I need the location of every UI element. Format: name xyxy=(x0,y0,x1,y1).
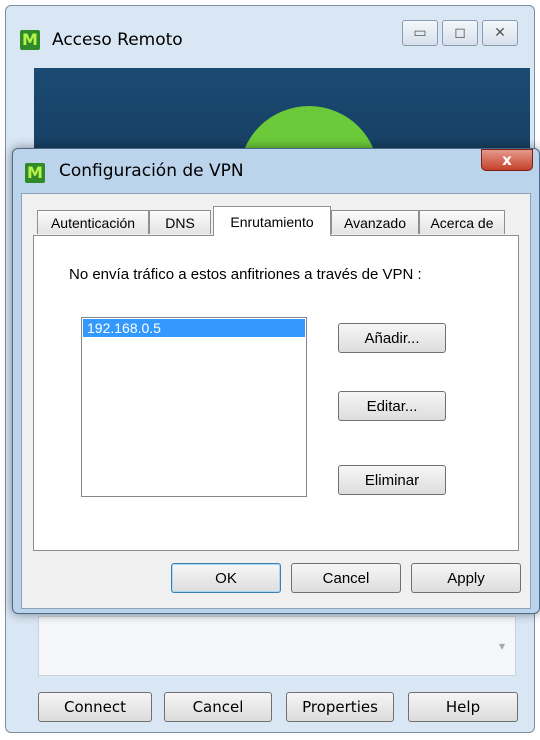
cancel-button[interactable]: Cancel xyxy=(291,563,401,593)
excluded-hosts-list[interactable]: 192.168.0.5 xyxy=(81,317,307,497)
apply-button[interactable]: Apply xyxy=(411,563,521,593)
dialog-close-button[interactable]: x xyxy=(481,149,533,171)
tab-autenticacion[interactable]: Autenticación xyxy=(37,210,149,234)
tab-dns[interactable]: DNS xyxy=(149,210,211,234)
list-item[interactable]: 192.168.0.5 xyxy=(83,319,305,337)
properties-button[interactable]: Properties xyxy=(286,692,394,722)
tab-avanzado[interactable]: Avanzado xyxy=(331,210,419,234)
minimize-button[interactable]: ▭ xyxy=(402,20,438,46)
tab-acerca-de[interactable]: Acerca de xyxy=(419,210,505,234)
maximize-icon: ◻ xyxy=(454,25,466,41)
ok-button[interactable]: OK xyxy=(171,563,281,593)
help-button[interactable]: Help xyxy=(408,692,518,722)
edit-host-button[interactable]: Editar... xyxy=(338,391,446,421)
remove-host-button[interactable]: Eliminar xyxy=(338,465,446,495)
minimize-icon: ▭ xyxy=(413,25,427,41)
connection-list-panel: ▾ xyxy=(38,616,516,676)
maximize-button[interactable]: ◻ xyxy=(442,20,478,46)
connect-button[interactable]: Connect xyxy=(38,692,152,722)
add-host-button[interactable]: Añadir... xyxy=(338,323,446,353)
acceso-remoto-titlebar[interactable]: M Acceso Remoto ▭ ◻ ✕ xyxy=(6,6,534,64)
cancel-button-main[interactable]: Cancel xyxy=(164,692,272,722)
window-title: Acceso Remoto xyxy=(52,30,183,50)
dialog-title: Configuración de VPN xyxy=(59,161,244,181)
routing-description: No envía tráfico a estos anfitriones a t… xyxy=(69,266,422,283)
movistar-logo-icon: M xyxy=(20,30,40,50)
caption-buttons: ▭ ◻ ✕ xyxy=(402,20,518,46)
close-icon: x xyxy=(502,151,512,169)
dialog-titlebar[interactable]: M Configuración de VPN x xyxy=(13,149,539,193)
tab-enrutamiento[interactable]: Enrutamiento xyxy=(213,206,331,236)
vpn-settings-dialog: M Configuración de VPN x Autenticación D… xyxy=(12,148,540,614)
close-icon: ✕ xyxy=(494,25,506,41)
close-button[interactable]: ✕ xyxy=(482,20,518,46)
movistar-logo-icon: M xyxy=(25,163,45,183)
scroll-down-icon[interactable]: ▾ xyxy=(499,639,505,653)
